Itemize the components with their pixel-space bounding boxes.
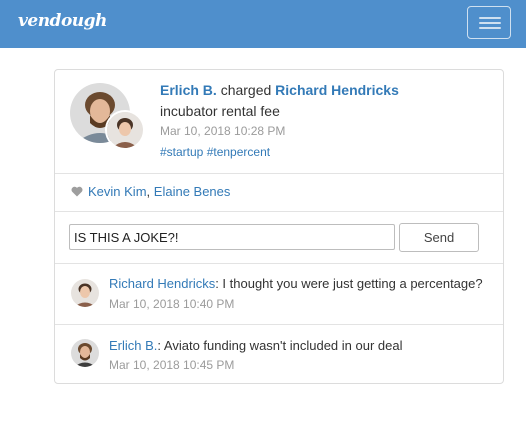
divider (55, 211, 503, 212)
hamburger-icon-bar (479, 27, 501, 29)
comment-avatar-richard[interactable] (71, 279, 99, 307)
transaction-card: Erlich B. charged Richard Hendricks incu… (54, 69, 504, 384)
menu-toggle-button[interactable] (467, 6, 511, 39)
like-separator: , (146, 184, 151, 199)
action-text: charged (220, 82, 272, 98)
comment-author-link[interactable]: Erlich B. (109, 338, 157, 353)
tag-tenpercent[interactable]: #tenpercent (207, 145, 270, 159)
comment-line: Richard Hendricks: I thought you were ju… (109, 276, 483, 291)
comment-input[interactable] (69, 224, 395, 250)
hamburger-icon (479, 17, 501, 19)
comment-text: : Aviato funding wasn't included in our … (157, 338, 403, 353)
navbar: vendough (0, 0, 526, 48)
transaction-description: incubator rental fee (160, 103, 280, 119)
like-user-kevin[interactable]: Kevin Kim (88, 184, 147, 199)
transaction-timestamp: Mar 10, 2018 10:28 PM (160, 124, 286, 138)
divider (55, 263, 503, 264)
tag-startup[interactable]: #startup (160, 145, 203, 159)
comment-timestamp: Mar 10, 2018 10:45 PM (109, 358, 235, 372)
comment-avatar-erlich[interactable] (71, 339, 99, 367)
comment-author-link[interactable]: Richard Hendricks (109, 276, 215, 291)
transaction-headline: Erlich B. charged Richard Hendricks (160, 82, 399, 98)
like-user-elaine[interactable]: Elaine Benes (154, 184, 231, 199)
comment-line: Erlich B.: Aviato funding wasn't include… (109, 338, 402, 353)
hamburger-icon-bar (479, 22, 501, 24)
likes-row: Kevin Kim, Elaine Benes (71, 184, 230, 199)
recipient-avatar[interactable] (105, 110, 145, 150)
transaction-tags: #startup #tenpercent (160, 145, 270, 159)
send-button[interactable]: Send (399, 223, 479, 252)
comment-timestamp: Mar 10, 2018 10:40 PM (109, 297, 235, 311)
divider (55, 173, 503, 174)
brand-logo[interactable]: vendough (18, 11, 107, 31)
comment-text: : I thought you were just getting a perc… (215, 276, 483, 291)
heart-icon[interactable] (71, 186, 83, 197)
sender-link[interactable]: Erlich B. (160, 82, 217, 98)
divider (55, 324, 503, 325)
recipient-link[interactable]: Richard Hendricks (275, 82, 399, 98)
